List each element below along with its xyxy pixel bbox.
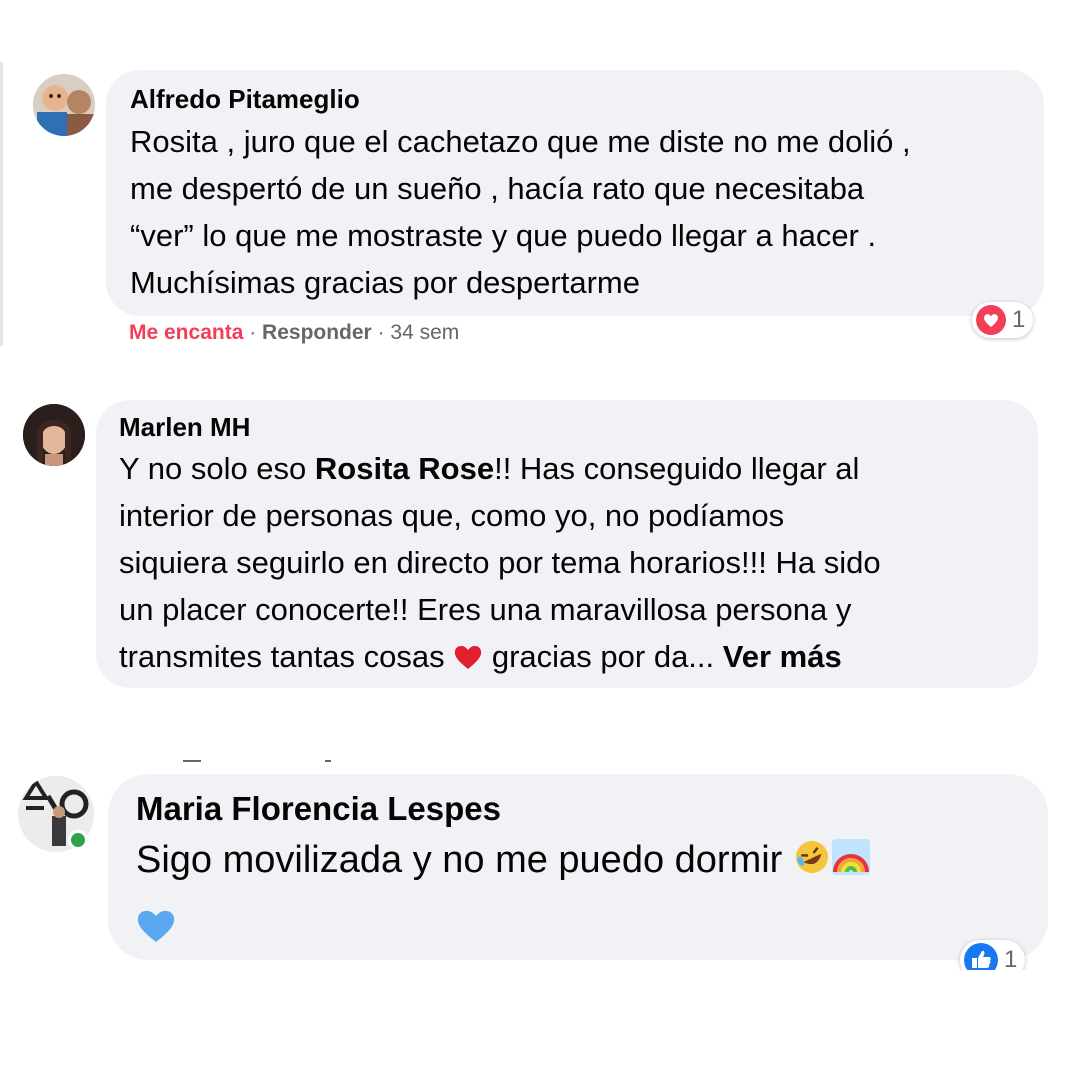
love-action-button[interactable]: Me encanta xyxy=(129,321,243,344)
comment-author[interactable]: Alfredo Pitameglio xyxy=(130,84,1044,114)
blue-heart-icon xyxy=(136,904,176,960)
rofl-emoji-icon xyxy=(793,836,831,892)
avatar-photo-icon xyxy=(33,74,95,136)
rainbow-icon xyxy=(831,836,871,892)
comment-author[interactable]: Maria Florencia Lespes xyxy=(136,790,1048,828)
avatar[interactable] xyxy=(23,404,85,466)
reaction-count-value: 1 xyxy=(1012,306,1026,333)
heart-reaction-icon xyxy=(976,305,1006,335)
avatar-photo-icon xyxy=(23,404,85,466)
avatar[interactable] xyxy=(33,74,95,136)
mention-link[interactable]: Rosita Rose xyxy=(315,451,494,486)
comment-author[interactable]: Marlen MH xyxy=(119,412,1038,442)
crop-mask xyxy=(0,970,1080,1080)
separator: · xyxy=(243,321,263,344)
online-status-dot xyxy=(68,830,88,850)
comment-time[interactable]: 34 sem xyxy=(390,321,459,344)
reply-button[interactable]: Responder xyxy=(262,321,372,344)
red-heart-icon xyxy=(453,637,483,684)
comment-bubble: Marlen MH Y no solo eso Rosita Rose!! Ha… xyxy=(96,400,1038,688)
separator: · xyxy=(371,321,391,344)
comment-text: Sigo movilizada y no me puedo dormir xyxy=(136,832,1048,960)
comment-bubble: Maria Florencia Lespes Sigo movilizada y… xyxy=(108,774,1048,960)
divider-fragment xyxy=(183,760,201,762)
comment-actions: Me encanta · Responder · 34 sem xyxy=(129,321,459,345)
thread-connector-line xyxy=(0,62,3,346)
see-more-link[interactable]: Ver más xyxy=(723,639,842,674)
comment-bubble: Alfredo Pitameglio Rosita , juro que el … xyxy=(106,70,1044,316)
reaction-count[interactable]: 1 xyxy=(972,302,1034,338)
comment-text: Y no solo eso Rosita Rose!! Has consegui… xyxy=(119,445,1038,684)
divider-fragment xyxy=(325,760,331,762)
comment-text: Rosita , juro que el cachetazo que me di… xyxy=(130,124,911,300)
